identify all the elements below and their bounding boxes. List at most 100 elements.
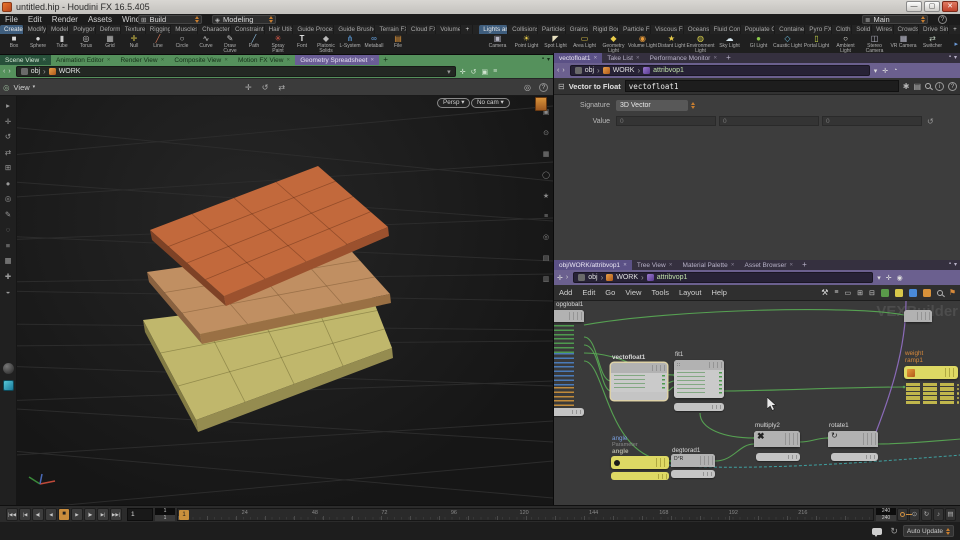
target-toggle-icon[interactable]: ◎ bbox=[543, 233, 549, 241]
path-pin-icon[interactable]: ✛ bbox=[460, 68, 466, 76]
dropdown-arrows-icon[interactable] bbox=[691, 102, 695, 109]
net-menu-view[interactable]: View bbox=[620, 288, 646, 297]
tool-tube[interactable]: ▮ Tube bbox=[50, 34, 74, 55]
tool-point-light[interactable]: ☀ Point Light bbox=[512, 34, 541, 55]
viewport-layout-icon[interactable] bbox=[2, 380, 14, 391]
net-menu-go[interactable]: Go bbox=[600, 288, 620, 297]
loop-mode-button[interactable]: ↻ bbox=[921, 507, 932, 521]
tool-platonic-solids[interactable]: ◆ Platonic Solids bbox=[314, 34, 338, 55]
node-multiply2-footer[interactable] bbox=[756, 453, 800, 461]
list-layout-icon[interactable]: ⊟ bbox=[869, 289, 875, 297]
value-x-input[interactable]: 0 bbox=[616, 116, 716, 126]
tool-ambient-light[interactable]: ○ Ambient Light bbox=[831, 34, 860, 55]
close-tab-icon[interactable]: ✕ bbox=[623, 262, 627, 268]
viewport-3d[interactable]: ▸ ✛ ↺ ⇄ ⊞ ● ◎ ✎ ◌ ≡ ▦ ✚ ◒ ▣ ⊙ ▦ ◯ ★ ≡ ◎ … bbox=[0, 96, 553, 505]
message-bubble-icon[interactable] bbox=[872, 527, 883, 537]
node-global-footer[interactable] bbox=[554, 408, 584, 416]
node-vectofloat1[interactable] bbox=[611, 363, 667, 400]
close-tab-icon[interactable]: ✕ bbox=[593, 55, 597, 61]
shaded-toggle-icon[interactable]: ⊙ bbox=[543, 129, 549, 137]
snippet-icon[interactable] bbox=[922, 288, 931, 297]
node-partial[interactable] bbox=[904, 310, 932, 322]
breadcrumb-work[interactable]: WORK bbox=[613, 67, 635, 74]
view-caret-icon[interactable]: ▾ bbox=[33, 84, 36, 90]
keyframe-button[interactable] bbox=[897, 507, 912, 521]
close-tab-icon[interactable]: ✕ bbox=[636, 55, 640, 61]
shelf-tab-lights-cameras[interactable]: Lights an bbox=[479, 25, 509, 34]
grid-layout-icon[interactable]: ⊞ bbox=[857, 289, 863, 297]
next-frame-button[interactable]: |▶ bbox=[84, 507, 96, 521]
gear-icon[interactable]: ✱ bbox=[903, 82, 910, 91]
viewport-layout-thumb-icon[interactable] bbox=[535, 97, 547, 111]
camera-persp-button[interactable]: Persp ▾ bbox=[437, 98, 471, 108]
points-toggle-icon[interactable]: ▥ bbox=[543, 275, 550, 283]
tab-material-palette[interactable]: Material Palette ✕ bbox=[678, 260, 740, 270]
grid-snap-icon[interactable]: ⊞ bbox=[5, 163, 11, 172]
node-degtorad1[interactable]: D°R bbox=[671, 454, 715, 467]
shelf-tab-oceans[interactable]: Oceans bbox=[684, 25, 710, 34]
range-end-fields[interactable]: 240 240 bbox=[876, 507, 896, 521]
close-tab-icon[interactable]: ✕ bbox=[669, 262, 673, 268]
shelf-tab-deform[interactable]: Deform bbox=[96, 25, 121, 34]
shelf-tab-collisions[interactable]: Collisions bbox=[508, 25, 538, 34]
tool-environment-light[interactable]: ◍ Environment Light bbox=[686, 34, 715, 55]
wireframe-toggle-icon[interactable]: ▦ bbox=[543, 150, 550, 158]
color-palette-icon[interactable] bbox=[880, 288, 889, 297]
close-tab-icon[interactable]: ✕ bbox=[370, 57, 374, 63]
grid-display-icon[interactable]: ▦ bbox=[4, 256, 11, 265]
tab-composite-view[interactable]: Composite View ✕ bbox=[169, 55, 233, 65]
shelf-tab-guide-process[interactable]: Guide Process bbox=[293, 25, 335, 34]
shelf-tab-hair-utils[interactable]: Hair Utils bbox=[265, 25, 294, 34]
node-rotate1-footer[interactable] bbox=[831, 453, 878, 461]
magnifier-icon[interactable] bbox=[925, 83, 931, 89]
scale-tool-icon[interactable]: ⇄ bbox=[5, 148, 11, 157]
help-icon[interactable]: ? bbox=[948, 81, 957, 91]
point-snap-icon[interactable]: ● bbox=[6, 179, 11, 188]
close-tab-icon[interactable]: ✕ bbox=[161, 57, 165, 63]
camera-select-button[interactable]: No cam ▾ bbox=[471, 98, 510, 108]
path-recent-icon[interactable]: ◉ bbox=[897, 274, 903, 282]
lasso-tool-icon[interactable]: ◌ bbox=[6, 225, 10, 234]
net-menu-edit[interactable]: Edit bbox=[577, 288, 600, 297]
prev-frame-button[interactable]: ◀| bbox=[32, 507, 44, 521]
path-back-icon[interactable]: ‹ bbox=[3, 68, 7, 75]
options-list-icon[interactable]: ≡ bbox=[544, 213, 548, 220]
shelf-tab-texture[interactable]: Texture bbox=[121, 25, 146, 34]
view-tool-label[interactable]: View bbox=[14, 83, 30, 92]
stop-button[interactable]: ■ bbox=[58, 507, 70, 521]
tool-box[interactable]: ■ Box bbox=[2, 34, 26, 55]
tool-sphere[interactable]: ● Sphere bbox=[26, 34, 50, 55]
jump-end-button[interactable]: ▶▶| bbox=[110, 507, 122, 521]
shelf-tab-cloth[interactable]: Cloth bbox=[832, 25, 853, 34]
tool-gi-light[interactable]: ● GI Light bbox=[744, 34, 773, 55]
add-tool-icon[interactable]: ✚ bbox=[5, 272, 11, 281]
pane-split-icon[interactable]: ▾ bbox=[547, 56, 550, 65]
path-forward-icon[interactable]: › bbox=[562, 67, 566, 74]
path-forward-icon[interactable]: › bbox=[8, 68, 12, 75]
viewport-help-button[interactable]: ? bbox=[539, 82, 548, 92]
tab-motion-fx-view[interactable]: Motion FX View ✕ bbox=[233, 55, 295, 65]
path-forward-icon[interactable]: › bbox=[566, 274, 570, 281]
ghost-toggle-icon[interactable]: ◯ bbox=[542, 171, 550, 179]
tab-take-list[interactable]: Take List ✕ bbox=[602, 53, 644, 63]
node-name-input[interactable]: vectofloat1 bbox=[624, 80, 899, 92]
shade-mode-icon[interactable]: ◒ bbox=[6, 287, 11, 296]
shelf-tab-pyro-fx[interactable]: Pyro FX bbox=[805, 25, 832, 34]
select-tool-icon[interactable]: ▸ bbox=[6, 101, 10, 110]
shelf-tab-solid[interactable]: Solid bbox=[852, 25, 873, 34]
network-breadcrumb[interactable]: obj › WORK › attribvop1 bbox=[573, 272, 874, 283]
tool-area-light[interactable]: ▭ Area Light bbox=[570, 34, 599, 55]
tool-grid[interactable]: ▦ Grid bbox=[98, 34, 122, 55]
path-add-icon[interactable]: ✛ bbox=[886, 274, 892, 282]
net-menu-add[interactable]: Add bbox=[554, 288, 577, 297]
path-recent-icon[interactable]: ◔ bbox=[893, 67, 897, 75]
tab-geometry-spreadsheet[interactable]: Geometry Spreadsheet ✕ bbox=[295, 55, 380, 65]
play-reverse-button[interactable]: ◀ bbox=[45, 507, 57, 521]
tool-geometry-light[interactable]: ◆ Geometry Light bbox=[599, 34, 628, 55]
desktop-build-dropdown[interactable]: ⊞ Build bbox=[138, 15, 202, 24]
vex-editor-icon[interactable] bbox=[908, 288, 917, 297]
node-global-outputs[interactable] bbox=[554, 325, 574, 407]
path-pin-icon[interactable]: ✛ bbox=[557, 274, 565, 282]
menu-assets[interactable]: Assets bbox=[83, 15, 117, 24]
template-toggle-icon[interactable]: ▤ bbox=[543, 254, 550, 262]
